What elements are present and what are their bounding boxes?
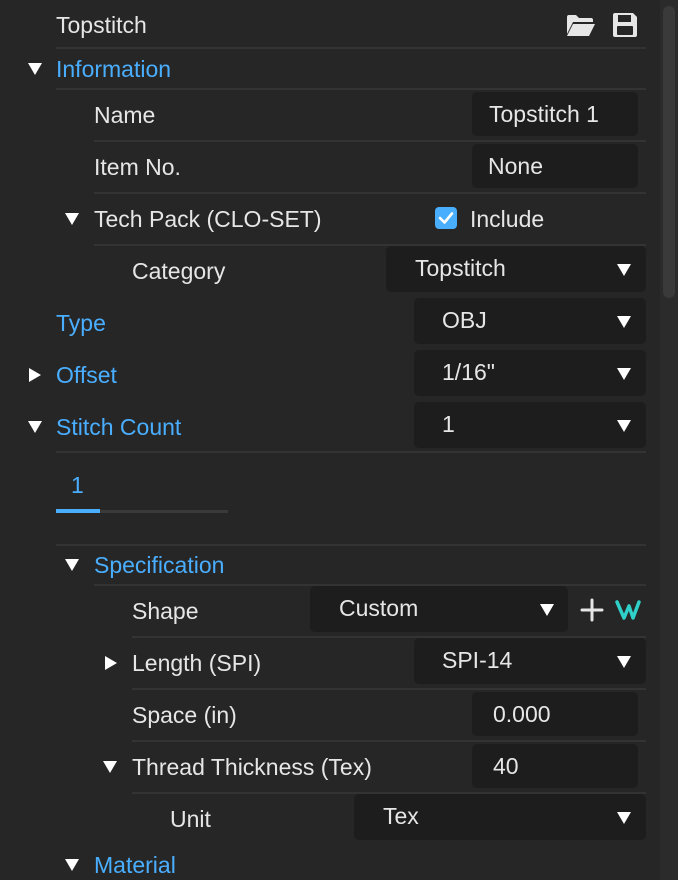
checkmark-icon — [438, 212, 454, 224]
expand-arrow-icon[interactable] — [29, 368, 41, 382]
dropdown-arrow-icon — [617, 316, 631, 328]
category-label: Category — [132, 258, 226, 284]
collapse-arrow-icon[interactable] — [65, 213, 79, 225]
offset-label[interactable]: Offset — [56, 361, 117, 389]
plus-icon[interactable] — [580, 598, 604, 622]
item-no-field[interactable]: None — [472, 144, 638, 188]
vertical-scrollbar[interactable] — [660, 0, 678, 880]
tab-active-indicator — [56, 509, 100, 513]
include-checkbox[interactable] — [435, 207, 457, 229]
divider — [56, 88, 646, 90]
length-label: Length (SPI) — [132, 650, 262, 676]
tech-pack-label: Tech Pack (CLO-SET) — [94, 206, 322, 232]
stitch-count-label[interactable]: Stitch Count — [56, 413, 181, 441]
thread-thickness-label: Thread Thickness (Tex) — [132, 754, 372, 780]
divider — [56, 544, 646, 546]
shape-label: Shape — [132, 598, 199, 624]
section-material[interactable]: Material — [94, 851, 176, 879]
collapse-arrow-icon[interactable] — [28, 63, 42, 75]
collapse-arrow-icon[interactable] — [65, 859, 79, 871]
section-information[interactable]: Information — [56, 55, 171, 83]
thread-thickness-field[interactable]: 40 — [472, 744, 638, 788]
save-disk-icon[interactable] — [611, 11, 639, 39]
space-field[interactable]: 0.000 — [472, 692, 638, 736]
length-dropdown[interactable]: SPI-14 — [414, 638, 646, 684]
dropdown-arrow-icon — [540, 604, 554, 616]
space-label: Space (in) — [132, 702, 237, 728]
section-specification[interactable]: Specification — [94, 551, 224, 579]
include-label: Include — [470, 206, 545, 232]
type-dropdown[interactable]: OBJ — [414, 298, 646, 344]
stitch-tab-1[interactable]: 1 — [71, 471, 84, 499]
collapse-arrow-icon[interactable] — [103, 761, 117, 773]
folder-open-icon[interactable] — [565, 12, 595, 38]
panel-title: Topstitch — [56, 12, 147, 38]
type-label: Type — [56, 310, 106, 336]
stitch-count-dropdown[interactable]: 1 — [414, 402, 646, 448]
dropdown-arrow-icon — [617, 420, 631, 432]
dropdown-arrow-icon — [617, 656, 631, 668]
stitch-shape-icon[interactable] — [614, 598, 642, 622]
divider — [56, 47, 646, 49]
divider — [56, 451, 646, 453]
divider — [132, 688, 646, 690]
name-field[interactable]: Topstitch 1 — [472, 92, 638, 136]
item-no-label: Item No. — [94, 154, 181, 180]
scrollbar-thumb[interactable] — [663, 6, 675, 298]
divider — [94, 140, 646, 142]
divider — [94, 192, 646, 194]
divider — [132, 740, 646, 742]
dropdown-arrow-icon — [617, 264, 631, 276]
unit-label: Unit — [170, 806, 211, 832]
category-dropdown[interactable]: Topstitch — [386, 246, 646, 292]
shape-dropdown[interactable]: Custom — [310, 586, 568, 632]
dropdown-arrow-icon — [617, 368, 631, 380]
collapse-arrow-icon[interactable] — [65, 559, 79, 571]
unit-dropdown[interactable]: Tex — [354, 794, 646, 840]
property-editor-panel: Topstitch Information Name Topstitch 1 I… — [0, 0, 660, 880]
name-label: Name — [94, 102, 156, 128]
collapse-arrow-icon[interactable] — [28, 421, 42, 433]
dropdown-arrow-icon — [617, 812, 631, 824]
offset-dropdown[interactable]: 1/16" — [414, 350, 646, 396]
expand-arrow-icon[interactable] — [105, 656, 117, 670]
